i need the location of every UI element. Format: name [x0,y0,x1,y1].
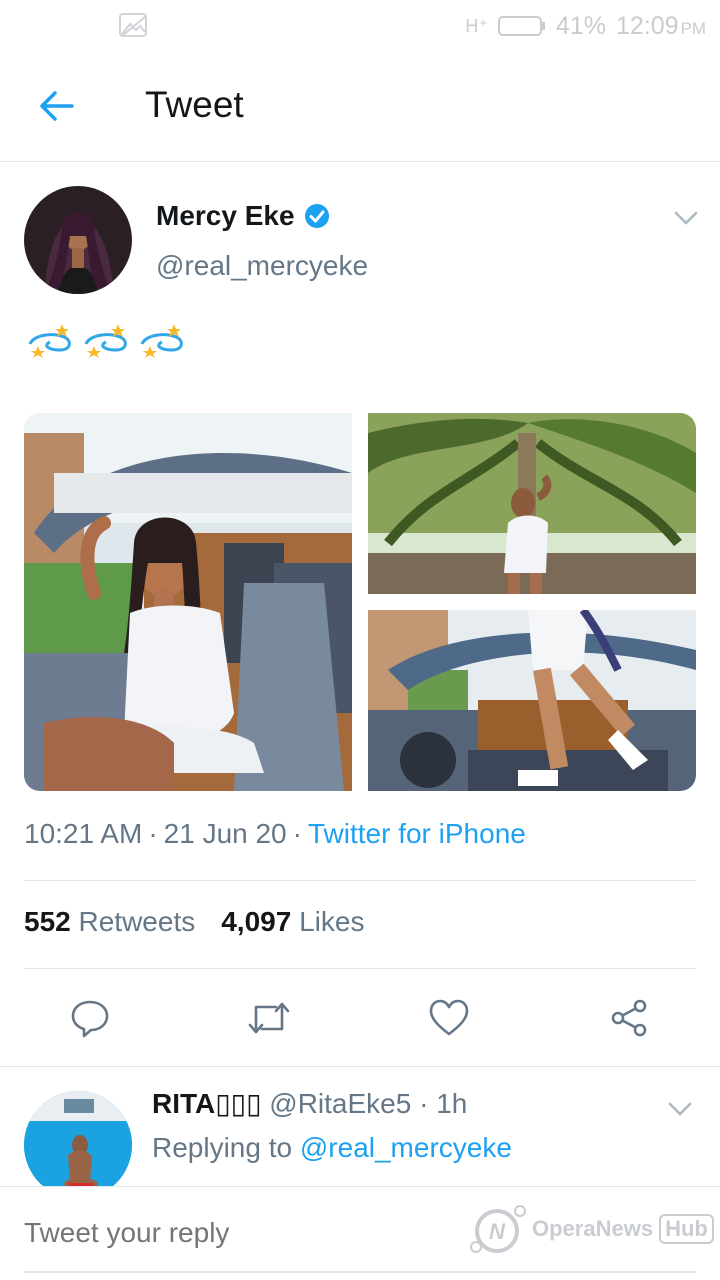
gallery-notification-icon [118,12,148,45]
status-bar: H⁺ 41% 12:09 PM [0,0,720,54]
tweet-photo-2[interactable] [368,413,696,594]
tweet-source-link[interactable]: Twitter for iPhone [308,818,526,850]
reply-menu-button[interactable] [658,1093,702,1125]
svg-text:N: N [489,1219,506,1244]
app-bar: Tweet [0,54,720,162]
reply-input[interactable] [24,1217,444,1249]
tweet-meta: 10:21 AM · 21 Jun 20 · Twitter for iPhon… [24,818,526,850]
tweet-date: 21 Jun 20 [163,818,287,849]
tweet-stats: 552 Retweets 4,097 Likes [24,906,364,938]
reply-tweet[interactable]: RITA▯▯▯ @RitaEke5 · 1h Replying to @real… [0,1066,720,1190]
divider [24,880,696,881]
tweet-text: 💫 [24,322,192,358]
dizzy-emoji-icon [140,324,183,358]
divider [24,968,696,969]
likes-stat[interactable]: 4,097 Likes [221,906,364,938]
chevron-down-icon [668,1102,692,1116]
comment-icon [71,1000,109,1038]
share-button[interactable] [603,992,655,1044]
retweets-stat[interactable]: 552 Retweets [24,906,195,938]
network-indicator: H⁺ [465,15,488,36]
author-avatar[interactable] [24,186,132,294]
dizzy-emoji-icon [28,324,71,358]
dizzy-emoji-icon [84,324,127,358]
composer-underline [24,1271,696,1273]
battery-icon [497,15,546,37]
author-name[interactable]: Mercy Eke [156,200,331,232]
arrow-left-icon [40,91,74,121]
reply-age: 1h [436,1088,468,1119]
tweet-photo-3[interactable] [368,610,696,791]
back-button[interactable] [28,78,84,134]
retweet-button[interactable] [243,992,295,1044]
chevron-down-icon [674,211,698,225]
verified-badge-icon [304,204,329,228]
replying-to: Replying to @real_mercyeke [152,1132,512,1163]
reply-author-name[interactable]: RITA [152,1088,215,1119]
reply-composer: N OperaNews Hub [0,1186,720,1280]
share-icon [611,999,647,1037]
tweet-time: 10:21 AM [24,818,143,849]
retweet-icon [248,1002,290,1034]
reply-author-avatar[interactable] [24,1091,132,1190]
reply-author-handle[interactable]: @RitaEke5 [269,1088,411,1119]
heart-icon [429,999,469,1036]
tweet-actions [0,984,720,1054]
watermark: N OperaNews Hub [468,1201,714,1257]
page-title: Tweet [145,84,244,125]
author-handle[interactable]: @real_mercyeke [156,250,368,282]
battery-percent: 41% [555,11,606,40]
tweet-media-grid [24,413,696,791]
tweet-photo-1[interactable] [24,413,352,791]
reply-button[interactable] [64,992,116,1044]
reply-header: RITA▯▯▯ @RitaEke5 · 1h [152,1088,468,1119]
opera-news-logo-icon: N [470,1205,526,1253]
like-button[interactable] [423,992,475,1044]
tweet-menu-button[interactable] [664,202,708,234]
clock: 12:09 PM [615,11,706,40]
replying-to-handle[interactable]: @real_mercyeke [300,1132,512,1163]
